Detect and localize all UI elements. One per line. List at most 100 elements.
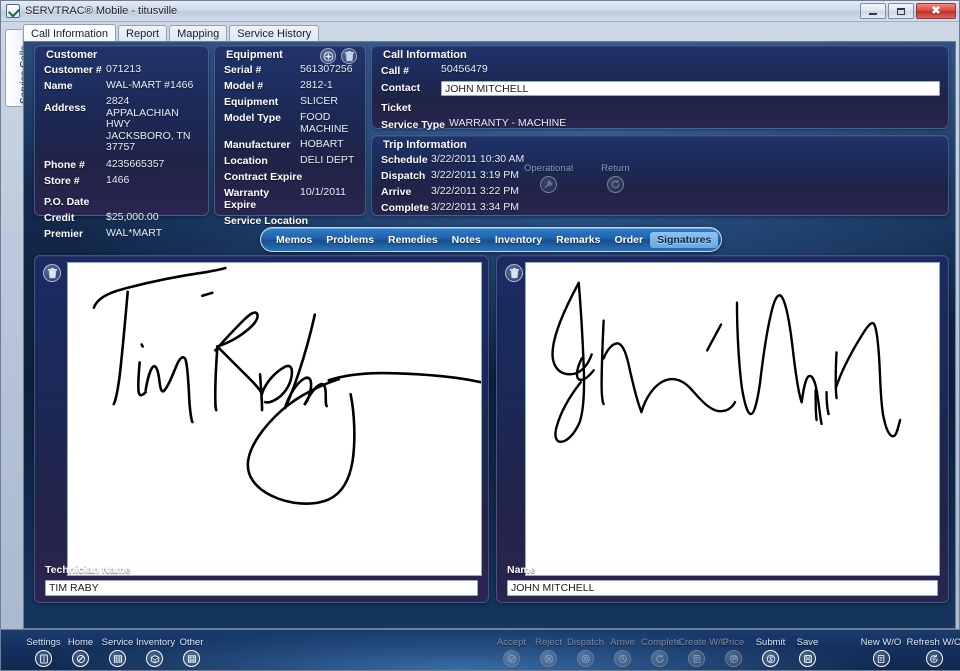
- field-equipment: Equipment SLICER: [224, 95, 357, 108]
- tab-service-history[interactable]: Service History: [229, 25, 320, 42]
- technician-signature-canvas[interactable]: [67, 262, 482, 576]
- section-tab-remarks[interactable]: Remarks: [549, 232, 607, 248]
- customer-name-input[interactable]: [507, 580, 938, 596]
- toolbar-accept-button[interactable]: Accept: [493, 637, 530, 667]
- operational-label: Operational: [524, 163, 574, 174]
- tab-mapping[interactable]: Mapping: [169, 25, 228, 42]
- trash-icon[interactable]: [341, 48, 357, 64]
- toolbar-navigation-group: Settings Home Service Inventory Other: [25, 637, 210, 667]
- toolbar-price-button[interactable]: Price: [715, 637, 752, 667]
- toolbar-label: Create W/O: [678, 637, 729, 648]
- field-model-type: Model Type FOOD MACHINE: [224, 111, 357, 135]
- toolbar-label: Arrive: [610, 637, 635, 648]
- return-circle-icon[interactable]: [606, 176, 624, 193]
- return-label: Return: [601, 163, 630, 174]
- toolbar-dispatch-button[interactable]: Dispatch: [567, 637, 604, 667]
- operational-status: Operational: [524, 158, 573, 193]
- field-label: Location: [224, 155, 268, 167]
- toolbar-inventory-button[interactable]: Inventory: [136, 637, 175, 667]
- settings-icon: [35, 650, 52, 667]
- field-label: Equipment: [224, 96, 279, 108]
- customer-signature-canvas[interactable]: [525, 262, 940, 576]
- toolbar-service-button[interactable]: Service: [99, 637, 136, 667]
- field-label: Service Location: [224, 215, 309, 227]
- section-tab-label: Order: [614, 233, 644, 246]
- tab-label: Mapping: [177, 28, 220, 40]
- price-icon: [725, 650, 742, 667]
- tab-call-information[interactable]: Call Information: [23, 24, 117, 42]
- field-contact: Contact: [381, 81, 940, 96]
- field-value: 3/22/2011 3:19 PM: [431, 169, 519, 181]
- field-label: Premier: [44, 227, 84, 240]
- section-tab-remedies[interactable]: Remedies: [381, 232, 445, 248]
- field-label: Customer #: [44, 64, 102, 76]
- field-customer-address: Address 2824 APPALACHIAN HWY JACKSBORO, …: [44, 95, 200, 154]
- section-tab-label: Problems: [326, 233, 375, 246]
- close-icon: ✖: [931, 4, 941, 17]
- field-location: Location DELI DEPT: [224, 154, 357, 167]
- check-icon: [503, 650, 520, 667]
- call-information-fields: Call # 50456479 Contact Ticket Service T…: [372, 63, 948, 141]
- field-label: Arrive: [381, 186, 412, 198]
- toolbar-label: Refresh W/O: [906, 637, 960, 648]
- field-contract-expire: Contract Expire: [224, 171, 357, 183]
- toolbar-save-button[interactable]: Save: [789, 637, 826, 667]
- minimize-button[interactable]: [860, 3, 886, 19]
- toolbar-settings-button[interactable]: Settings: [25, 637, 62, 667]
- field-dispatch: Dispatch 3/22/2011 3:19 PM: [381, 169, 940, 182]
- trash-icon[interactable]: [505, 264, 523, 282]
- toolbar-new-wo-button[interactable]: New W/O: [857, 637, 905, 667]
- section-tab-bar: Memos Problems Remedies Notes Inventory …: [260, 227, 722, 252]
- section-tab-inventory[interactable]: Inventory: [488, 232, 549, 248]
- section-tab-memos[interactable]: Memos: [269, 232, 319, 248]
- field-value: 10/1/2011: [300, 186, 346, 198]
- toolbar-label: Home: [67, 637, 94, 648]
- trip-information-panel-title: Trip Information: [383, 139, 467, 151]
- field-label: Schedule: [381, 154, 428, 166]
- toolbar-label: Reject: [535, 637, 562, 648]
- tab-report[interactable]: Report: [118, 25, 168, 42]
- field-manufacturer: Manufacturer HOBART: [224, 138, 357, 151]
- field-label: Name: [44, 80, 73, 92]
- field-value: 1466: [106, 173, 130, 186]
- field-label: Call #: [381, 65, 410, 77]
- field-value: FOOD MACHINE: [300, 111, 349, 135]
- complete-icon: [651, 650, 668, 667]
- field-complete: Complete 3/22/2011 3:34 PM: [381, 201, 940, 214]
- field-schedule: Schedule 3/22/2011 10:30 AM: [381, 153, 940, 166]
- toolbar-submit-button[interactable]: Submit: [752, 637, 789, 667]
- section-tab-problems[interactable]: Problems: [319, 232, 381, 248]
- maximize-button[interactable]: [888, 3, 914, 19]
- field-customer-po-date: P.O. Date: [44, 196, 200, 208]
- field-label: Address: [44, 102, 87, 114]
- field-value: WARRANTY - MACHINE: [449, 117, 567, 129]
- wrench-circle-icon[interactable]: [540, 176, 558, 193]
- toolbar-reject-button[interactable]: Reject: [530, 637, 567, 667]
- contact-input[interactable]: [441, 81, 940, 96]
- technician-name-input[interactable]: [45, 580, 478, 596]
- trash-icon[interactable]: [43, 264, 61, 282]
- toolbar-label: New W/O: [860, 637, 902, 648]
- close-button[interactable]: ✖: [916, 3, 956, 19]
- field-customer-phone: Phone # 4235665357: [44, 157, 200, 171]
- toolbar-arrive-button[interactable]: Arrive: [604, 637, 641, 667]
- toolbar-other-button[interactable]: Other: [173, 637, 210, 667]
- field-label: Ticket: [381, 102, 412, 114]
- toolbar-complete-button[interactable]: Complete: [641, 637, 682, 667]
- toolbar-create-wo-button[interactable]: Create W/O: [678, 637, 729, 667]
- window-controls: ✖: [860, 3, 956, 19]
- customer-panel-title: Customer: [46, 49, 98, 61]
- plus-circle-icon[interactable]: [320, 48, 336, 64]
- toolbar-refresh-wo-button[interactable]: Refresh W/O: [905, 637, 960, 667]
- section-tab-signatures[interactable]: Signatures: [650, 231, 719, 248]
- section-tab-notes[interactable]: Notes: [445, 232, 488, 248]
- customer-panel: Customer Customer # 071213 Name WAL-MART…: [34, 45, 209, 240]
- field-label: Complete: [381, 202, 429, 214]
- field-label: Contract Expire: [224, 171, 303, 183]
- section-tab-order[interactable]: Order: [607, 232, 650, 248]
- toolbar-home-button[interactable]: Home: [62, 637, 99, 667]
- tab-label: Service History: [237, 28, 312, 40]
- sidebar-tab-service-calls[interactable]: Service Calls: [5, 29, 30, 107]
- field-label: Dispatch: [381, 170, 426, 182]
- field-value: 4235665357: [106, 157, 165, 170]
